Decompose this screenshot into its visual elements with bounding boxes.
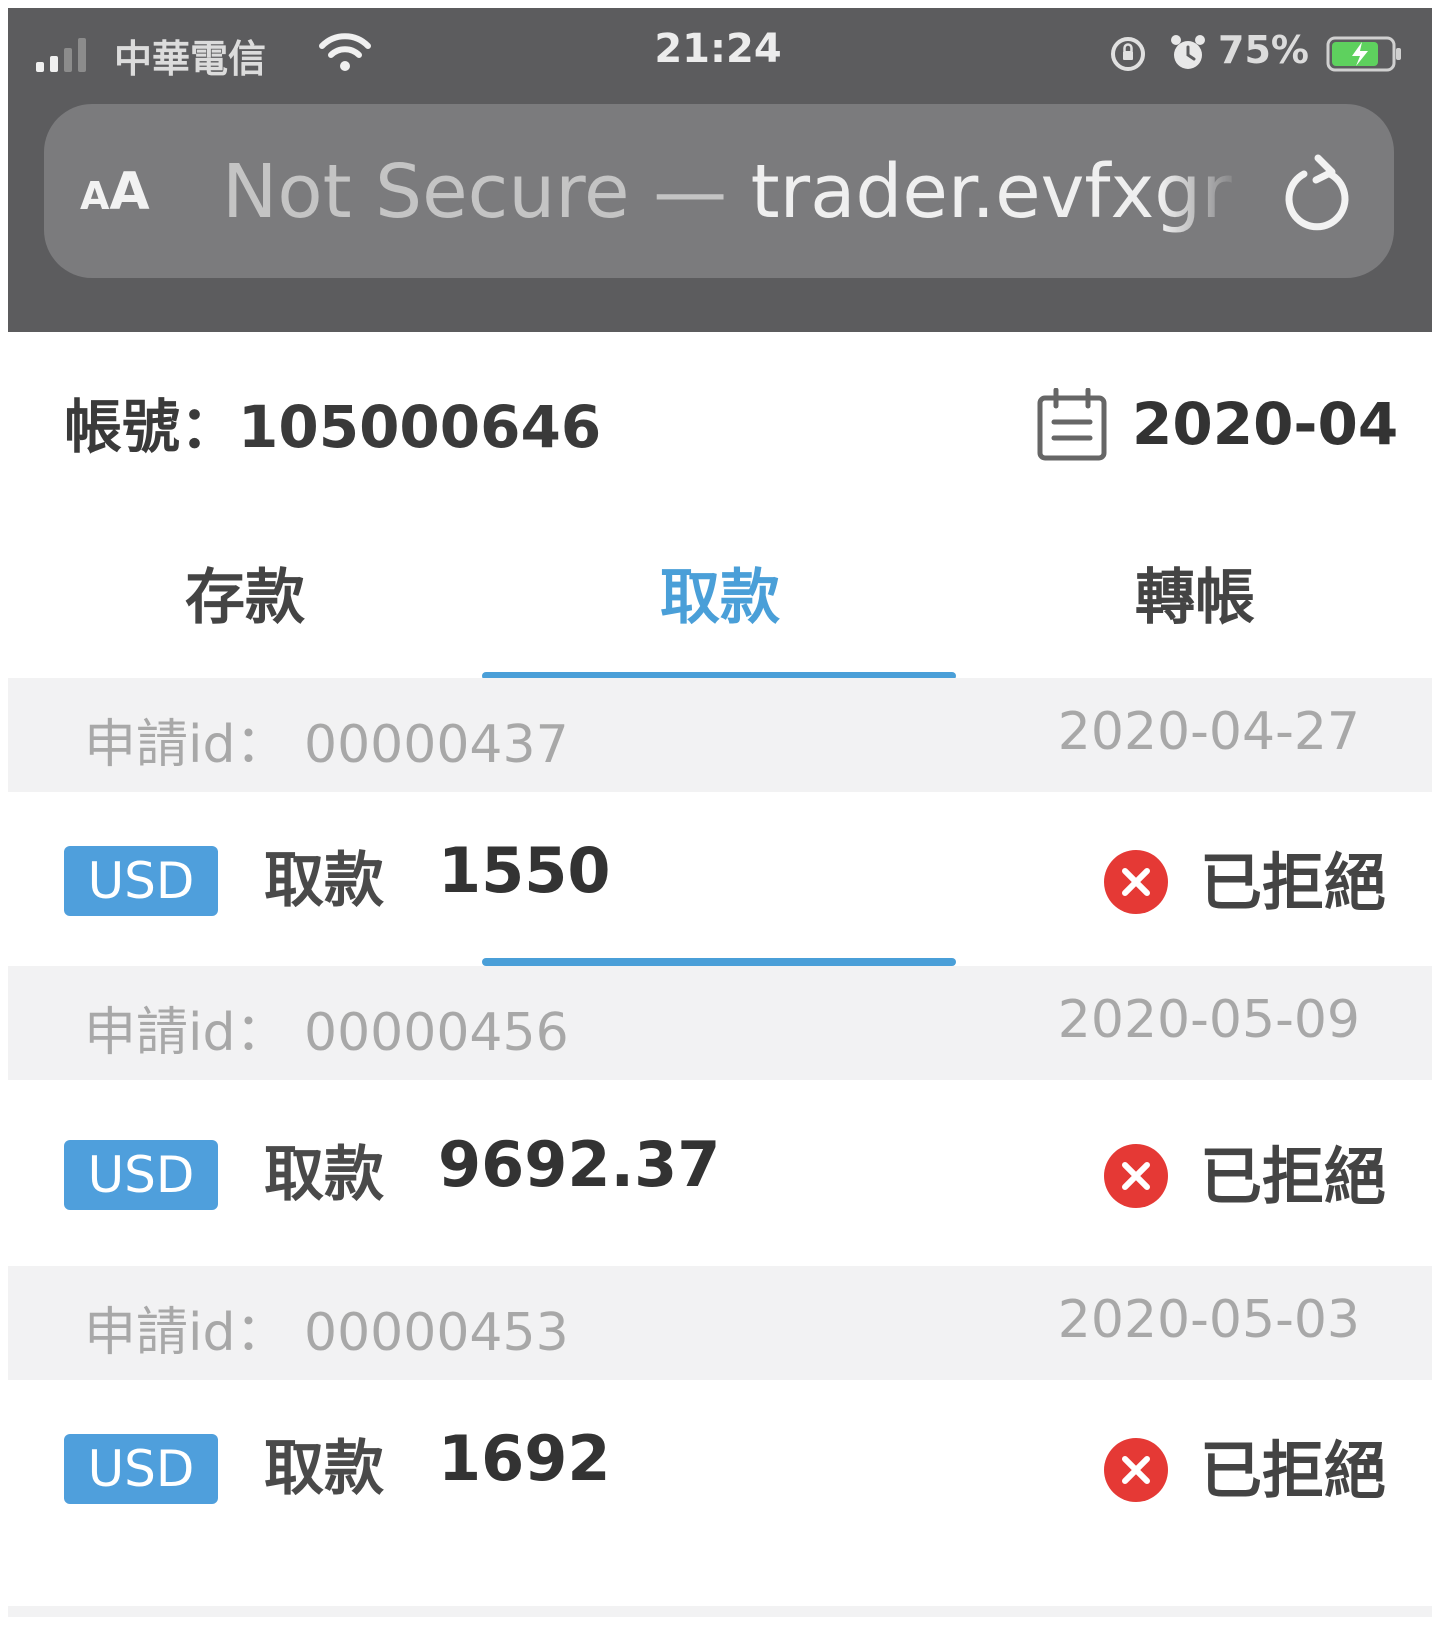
currency-badge: USD [64, 1434, 218, 1504]
address-bar[interactable]: AA Not Secure — trader.evfxgr [44, 104, 1394, 278]
record-type: 取款 [264, 1434, 384, 1504]
application-id: 申請id： 00000437 [84, 715, 569, 775]
carrier-name: 中華電信 [114, 37, 267, 81]
calendar-icon[interactable] [1036, 388, 1108, 462]
currency-badge: USD [64, 846, 218, 916]
record-amount: 9692.37 [438, 1128, 721, 1201]
rejected-icon [1104, 1144, 1168, 1208]
status-bar: 中華電信 21:24 75% [8, 8, 1432, 100]
application-id: 申請id： 00000456 [84, 1003, 569, 1063]
list-divider [8, 1606, 1432, 1617]
rejected-icon [1104, 850, 1168, 914]
status-time: 21:24 [654, 26, 782, 72]
tab-deposit[interactable]: 存款 [8, 548, 482, 678]
record-type: 取款 [264, 846, 384, 916]
list-item[interactable]: USD 取款 1550 已拒絕 [8, 792, 1432, 972]
account-header: 帳號：105000646 2020-04 [8, 332, 1432, 502]
record-amount: 1692 [438, 1422, 611, 1495]
signal-icon [36, 38, 86, 72]
url-text[interactable]: Not Secure — trader.evfxgr [222, 144, 1242, 240]
application-id: 申請id： 00000453 [84, 1303, 569, 1363]
status-badge: 已拒絕 [1200, 1140, 1387, 1213]
battery-charging-icon [1326, 36, 1401, 72]
tab-transfer[interactable]: 轉帳 [958, 548, 1432, 678]
record-header: 申請id： 00000456 2020-05-09 [8, 966, 1432, 1080]
list-item[interactable]: USD 取款 9692.37 已拒絕 [8, 1086, 1432, 1266]
record-header: 申請id： 00000437 2020-04-27 [8, 678, 1432, 792]
record-header: 申請id： 00000453 2020-05-03 [8, 1266, 1432, 1380]
browser-chrome: 中華電信 21:24 75% AA Not Secure — trader.ev… [8, 8, 1432, 332]
account-number: 帳號：105000646 [64, 393, 602, 461]
record-amount: 1550 [438, 834, 611, 907]
wifi-icon [319, 33, 371, 71]
alarm-icon [1171, 35, 1205, 69]
security-warning: Not Secure — [222, 149, 728, 235]
currency-badge: USD [64, 1140, 218, 1210]
tab-withdrawal[interactable]: 取款 [483, 548, 957, 678]
list-item[interactable]: USD 取款 1692 已拒絕 [8, 1380, 1432, 1560]
text-size-button[interactable]: AA [80, 152, 170, 232]
rejected-icon [1104, 1438, 1168, 1502]
record-date: 2020-05-03 [1057, 1290, 1360, 1350]
month-picker[interactable]: 2020-04 [1132, 390, 1398, 458]
status-badge: 已拒絕 [1200, 1434, 1387, 1507]
tab-bar: 存款 取款 轉帳 [8, 548, 1432, 680]
record-type: 取款 [264, 1140, 384, 1210]
status-badge: 已拒絕 [1200, 846, 1387, 919]
record-date: 2020-04-27 [1057, 702, 1360, 762]
orientation-lock-icon [1111, 37, 1145, 71]
record-date: 2020-05-09 [1057, 990, 1360, 1050]
tab-indicator-artifact [482, 958, 956, 966]
reload-icon[interactable] [1280, 150, 1354, 232]
battery-percentage: 75% [1218, 28, 1309, 72]
app-frame: 中華電信 21:24 75% AA Not Secure — trader.ev… [8, 8, 1432, 1617]
url-host: trader.evfxgr [727, 149, 1232, 235]
